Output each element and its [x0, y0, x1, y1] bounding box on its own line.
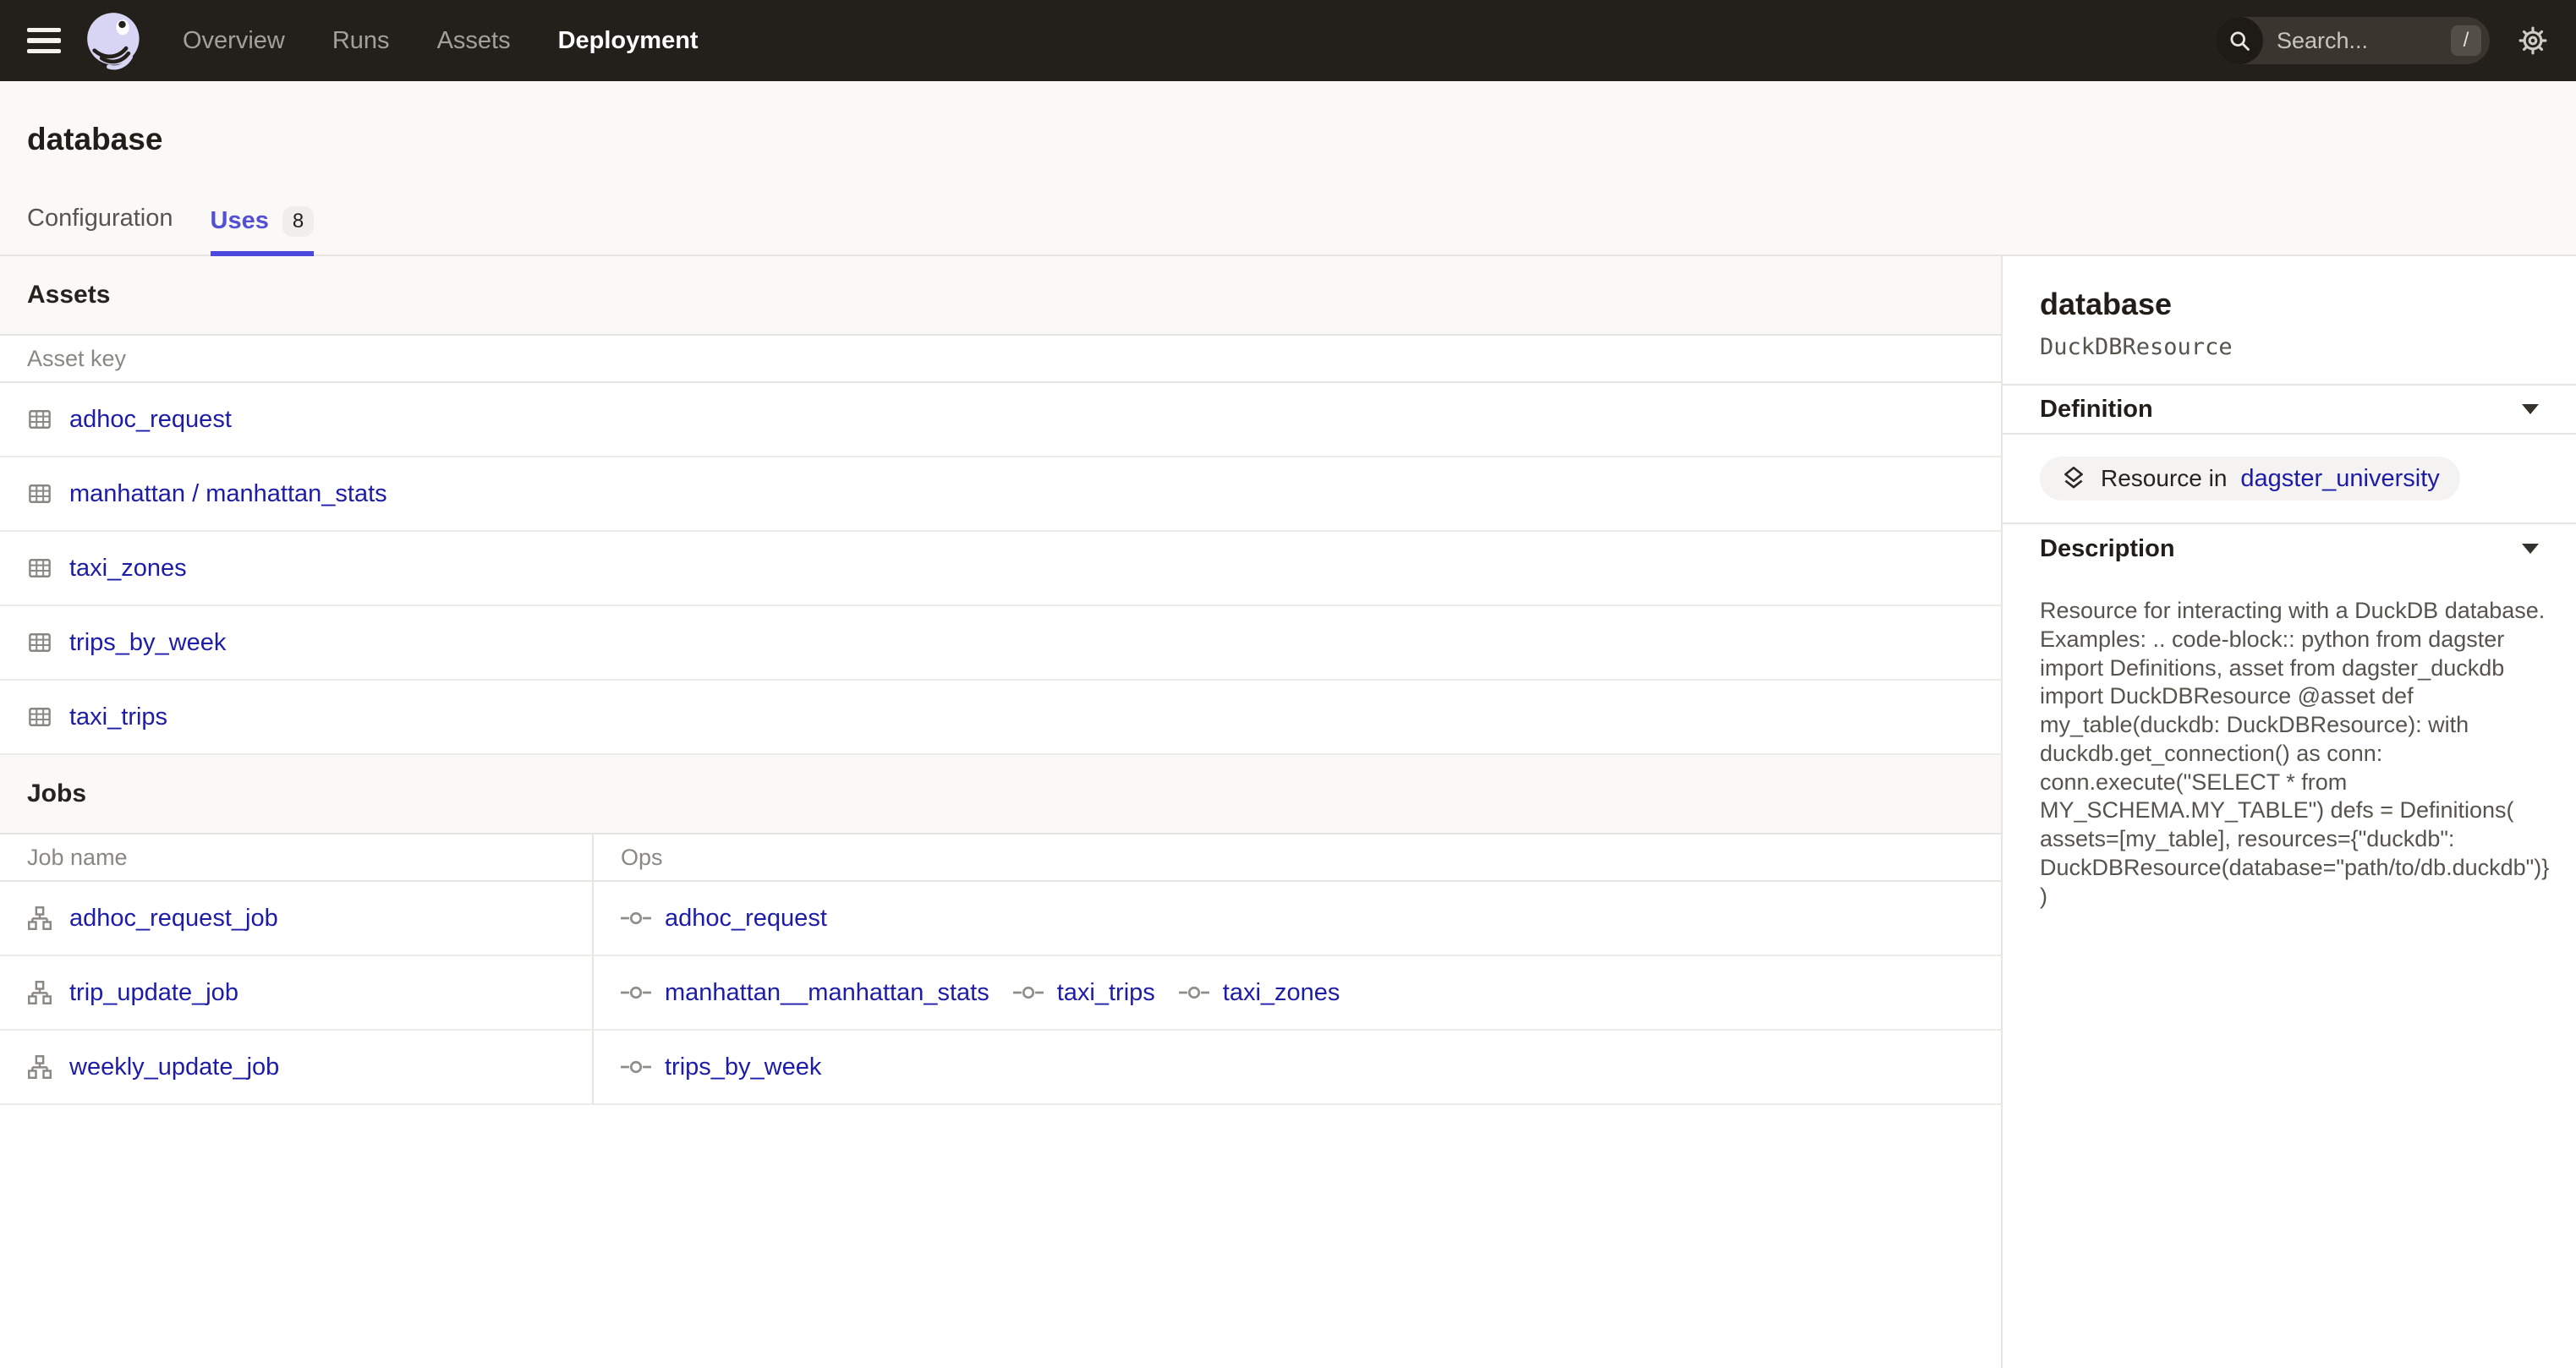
- code-location-icon: [2060, 465, 2087, 492]
- definition-section-toggle[interactable]: Definition: [2003, 386, 2576, 435]
- tab-label: Configuration: [27, 205, 173, 233]
- asset-key-link[interactable]: manhattan / manhattan_stats: [69, 480, 387, 508]
- description-section-toggle[interactable]: Description: [2003, 524, 2576, 573]
- asset-key-link[interactable]: taxi_trips: [69, 703, 167, 731]
- tab-configuration[interactable]: Configuration: [27, 194, 173, 256]
- search-shortcut-key: /: [2451, 25, 2481, 56]
- resource-description: Resource for interacting with a DuckDB d…: [2003, 573, 2576, 911]
- table-row: weekly_update_job: [0, 1031, 594, 1105]
- definition-section-body: Resource in dagster_university: [2003, 435, 2576, 524]
- op-link[interactable]: taxi_zones: [1223, 979, 1340, 1007]
- tab-bar: Configuration Uses 8: [0, 194, 2576, 256]
- ops-column-header: Ops: [594, 834, 2001, 882]
- code-location-link[interactable]: dagster_university: [2240, 465, 2439, 493]
- table-row: manhattan__manhattan_stats taxi_trips ta…: [594, 956, 2001, 1031]
- job-link[interactable]: trip_update_job: [69, 979, 238, 1007]
- op-link[interactable]: adhoc_request: [665, 905, 827, 933]
- op-icon: [621, 984, 651, 1001]
- search-icon: [2216, 17, 2263, 64]
- table-row: trips_by_week: [594, 1031, 2001, 1105]
- nav-item-deployment[interactable]: Deployment: [558, 27, 699, 55]
- page-title: database: [0, 81, 2576, 157]
- tab-label: Uses: [211, 207, 269, 235]
- job-icon: [27, 906, 52, 931]
- table-row: trips_by_week: [0, 606, 2001, 681]
- table-icon: [27, 704, 52, 730]
- asset-key-link[interactable]: adhoc_request: [69, 406, 232, 434]
- tab-uses[interactable]: Uses 8: [211, 194, 315, 256]
- table-row: adhoc_request: [594, 882, 2001, 956]
- table-row: trip_update_job: [0, 956, 594, 1031]
- job-icon: [27, 980, 52, 1005]
- table-row: adhoc_request: [0, 383, 2001, 457]
- asset-key-link[interactable]: taxi_zones: [69, 555, 187, 583]
- primary-nav: Overview Runs Assets Deployment: [183, 27, 699, 55]
- job-link[interactable]: adhoc_request_job: [69, 905, 278, 933]
- table-icon: [27, 630, 52, 655]
- gear-icon[interactable]: [2517, 25, 2549, 57]
- uses-count-badge: 8: [282, 206, 314, 237]
- job-name-column-header: Job name: [0, 834, 594, 882]
- asset-key-link[interactable]: trips_by_week: [69, 629, 226, 657]
- table-icon: [27, 481, 52, 506]
- hamburger-icon[interactable]: [27, 28, 61, 53]
- op-icon: [621, 910, 651, 927]
- op-link[interactable]: taxi_trips: [1057, 979, 1155, 1007]
- table-icon: [27, 407, 52, 432]
- op-link[interactable]: trips_by_week: [665, 1053, 821, 1081]
- search-input[interactable]: [2263, 28, 2451, 54]
- top-nav: Overview Runs Assets Deployment /: [0, 0, 2576, 81]
- code-location-badge-text: Resource in: [2101, 465, 2227, 492]
- asset-key-column-header: Asset key: [0, 336, 153, 381]
- resource-detail-panel: database DuckDBResource Definition Resou…: [2001, 256, 2576, 1368]
- op-icon: [621, 1059, 651, 1075]
- uses-panel: Assets Asset key adhoc_request manhattan…: [0, 256, 2001, 1368]
- search-box[interactable]: /: [2216, 17, 2490, 64]
- nav-item-runs[interactable]: Runs: [332, 27, 390, 55]
- resource-title: database: [2040, 287, 2539, 322]
- table-row: manhattan / manhattan_stats: [0, 457, 2001, 532]
- page-header: database Configuration Uses 8: [0, 81, 2576, 256]
- nav-item-overview[interactable]: Overview: [183, 27, 285, 55]
- job-icon: [27, 1054, 52, 1080]
- code-location-badge: Resource in dagster_university: [2040, 457, 2460, 501]
- definition-section-label: Definition: [2040, 396, 2153, 424]
- jobs-section-header: Jobs: [0, 755, 2001, 834]
- resource-header: database DuckDBResource: [2003, 256, 2576, 386]
- assets-column-header-row: Asset key: [0, 336, 2001, 383]
- chevron-down-icon: [2522, 404, 2539, 414]
- op-icon: [1013, 984, 1044, 1001]
- table-row: taxi_trips: [0, 681, 2001, 755]
- dagster-logo: [85, 10, 145, 71]
- jobs-table: Job name Ops adhoc_request_job adhoc_req…: [0, 834, 2001, 1105]
- op-icon: [1179, 984, 1209, 1001]
- table-row: adhoc_request_job: [0, 882, 594, 956]
- job-link[interactable]: weekly_update_job: [69, 1053, 279, 1081]
- nav-item-assets[interactable]: Assets: [437, 27, 511, 55]
- assets-section-header: Assets: [0, 256, 2001, 336]
- description-section-label: Description: [2040, 535, 2175, 563]
- resource-type: DuckDBResource: [2040, 334, 2539, 360]
- chevron-down-icon: [2522, 544, 2539, 554]
- table-icon: [27, 555, 52, 581]
- table-row: taxi_zones: [0, 532, 2001, 606]
- op-link[interactable]: manhattan__manhattan_stats: [665, 979, 989, 1007]
